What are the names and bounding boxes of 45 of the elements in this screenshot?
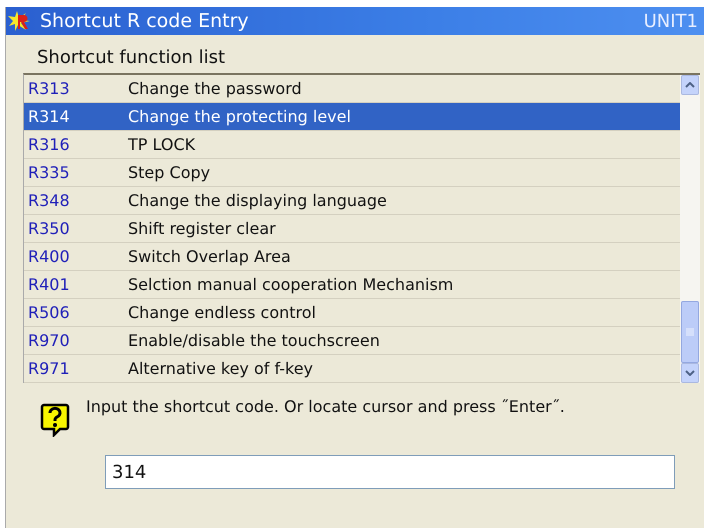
code-text: R400	[27, 247, 71, 266]
unit-label: UNIT1	[644, 10, 698, 32]
grip-icon	[686, 328, 694, 336]
code-text: R348	[27, 191, 71, 210]
chevron-up-icon	[685, 82, 695, 88]
list-row[interactable]: R970 Enable/disable the touchscreen	[24, 327, 680, 355]
function-name: Switch Overlap Area	[128, 247, 291, 266]
code-text: R506	[27, 303, 71, 322]
code-text: R316	[27, 135, 71, 154]
code-text: R335	[27, 163, 71, 182]
function-name: Change the password	[128, 79, 302, 98]
list-row[interactable]: R314 Change the protecting level	[24, 103, 680, 131]
list-row[interactable]: R350 Shift register clear	[24, 215, 680, 243]
code-text: R401	[27, 275, 71, 294]
function-name: Enable/disable the touchscreen	[128, 331, 380, 350]
code-text: R314	[27, 107, 71, 126]
code-input-field[interactable]: 314	[105, 455, 675, 489]
list-row[interactable]: R335 Step Copy	[24, 159, 680, 187]
help-icon	[40, 403, 70, 437]
code-text: R350	[27, 219, 71, 238]
list-row[interactable]: R348 Change the displaying language	[24, 187, 680, 215]
scrollbar[interactable]	[680, 75, 700, 383]
scroll-down-button[interactable]	[681, 363, 699, 383]
list-row[interactable]: R400 Switch Overlap Area	[24, 243, 680, 271]
function-name: TP LOCK	[128, 135, 196, 154]
code-text: R313	[27, 79, 71, 98]
chevron-down-icon	[685, 370, 695, 376]
function-name: Step Copy	[128, 163, 210, 182]
function-name: Change endless control	[128, 303, 316, 322]
list-row[interactable]: R316 TP LOCK	[24, 131, 680, 159]
list-row[interactable]: R401 Selction manual cooperation Mechanism	[24, 271, 680, 299]
list-row[interactable]: R971 Alternative key of f-key	[24, 355, 680, 383]
scroll-up-button[interactable]	[681, 75, 699, 95]
list-label: Shortcut function list	[37, 46, 226, 70]
function-name: Shift register clear	[128, 219, 276, 238]
window-title: Shortcut R code Entry	[40, 10, 250, 32]
instruction-text: Input the shortcut code. Or locate cursor and press ˝Enter˝.	[86, 397, 566, 417]
function-name: Change the displaying language	[128, 191, 387, 210]
list-row[interactable]: R506 Change endless control	[24, 299, 680, 327]
function-name: Alternative key of f-key	[128, 359, 314, 378]
code-text: R971	[27, 359, 71, 378]
function-name: Change the protecting level	[128, 107, 351, 126]
code-text: R970	[27, 331, 71, 350]
function-name: Selction manual cooperation Mechanism	[128, 275, 454, 294]
scroll-thumb[interactable]	[681, 301, 699, 363]
